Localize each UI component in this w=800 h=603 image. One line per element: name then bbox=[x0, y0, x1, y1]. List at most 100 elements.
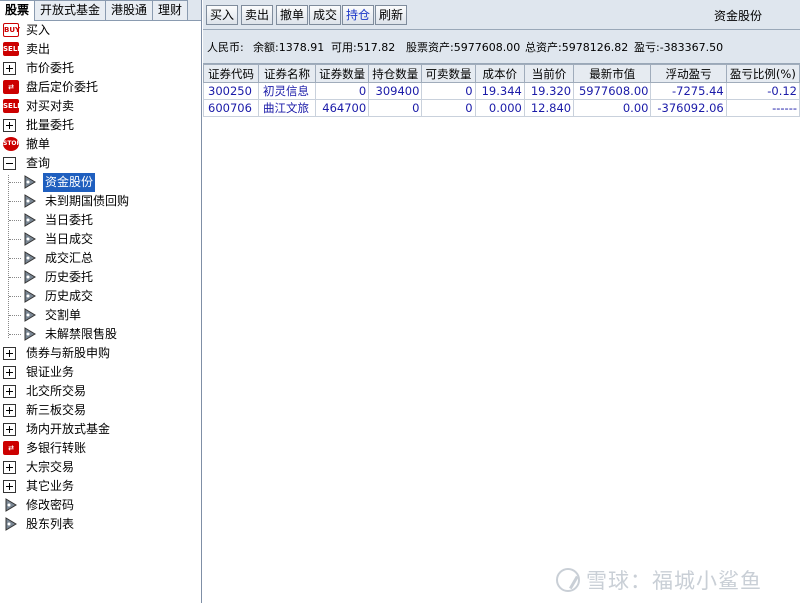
expand-icon[interactable] bbox=[3, 366, 16, 379]
cell-floating-pnl: -376092.06 bbox=[650, 99, 727, 117]
positions-grid: 证券代码 证券名称 证券数量 持仓数量 可卖数量 成本价 当前价 最新市值 浮动… bbox=[203, 64, 800, 603]
col-floating-pnl[interactable]: 浮动盈亏 bbox=[650, 64, 727, 83]
stock-assets-value: 股票资产:5977608.00 bbox=[406, 41, 521, 54]
tree-item-multi-bank[interactable]: ⇄ 多银行转账 bbox=[0, 439, 201, 458]
expand-icon[interactable] bbox=[3, 423, 16, 436]
bookmark-icon bbox=[24, 175, 36, 189]
tab-hk-connect[interactable]: 港股通 bbox=[105, 0, 154, 20]
col-cost[interactable]: 成本价 bbox=[474, 64, 525, 83]
tree-item-query[interactable]: 查询 bbox=[0, 154, 201, 173]
cell-cost: 0.000 bbox=[474, 99, 525, 117]
sell-icon: SELL bbox=[3, 99, 22, 113]
tree-item-buy[interactable]: BUY 买入 bbox=[0, 21, 201, 40]
cell-sellable: 0 bbox=[421, 82, 476, 100]
col-pnl-ratio[interactable]: 盈亏比例(%) bbox=[725, 64, 800, 83]
positions-table: 证券代码 证券名称 证券数量 持仓数量 可卖数量 成本价 当前价 最新市值 浮动… bbox=[203, 64, 800, 117]
tree-item-shareholder-list[interactable]: 股东列表 bbox=[0, 515, 201, 534]
tree-item-delivery[interactable]: 交割单 bbox=[0, 306, 201, 325]
tree-item-restricted[interactable]: 未解禁限售股 bbox=[0, 325, 201, 344]
tree-item-today-deals[interactable]: 当日成交 bbox=[0, 230, 201, 249]
expand-icon[interactable] bbox=[3, 461, 16, 474]
snowball-logo-icon bbox=[556, 568, 580, 592]
tree-item-history-orders[interactable]: 历史委托 bbox=[0, 268, 201, 287]
collapse-icon[interactable] bbox=[3, 157, 16, 170]
tree-item-exchange-fund[interactable]: 场内开放式基金 bbox=[0, 420, 201, 439]
tree-item-block-trade[interactable]: 大宗交易 bbox=[0, 458, 201, 477]
col-holding[interactable]: 持仓数量 bbox=[368, 64, 423, 83]
swap-icon: ⇄ bbox=[3, 441, 19, 455]
swap-icon: ⇄ bbox=[3, 80, 19, 94]
tree-item-cancel[interactable]: STOP 撤单 bbox=[0, 135, 201, 154]
buy-button[interactable]: 买入 bbox=[206, 5, 239, 25]
col-name[interactable]: 证券名称 bbox=[257, 64, 316, 83]
pnl-value: 盈亏:-383367.50 bbox=[634, 41, 724, 54]
cell-code: 300250 bbox=[203, 82, 259, 100]
cell-name: 曲江文旅 bbox=[257, 99, 316, 117]
bookmark-icon bbox=[24, 194, 36, 208]
cell-name: 初灵信息 bbox=[257, 82, 316, 100]
tree-item-deal-summary[interactable]: 成交汇总 bbox=[0, 249, 201, 268]
tree-item-history-deals[interactable]: 历史成交 bbox=[0, 287, 201, 306]
col-price[interactable]: 当前价 bbox=[523, 64, 575, 83]
bookmark-icon bbox=[5, 498, 17, 512]
table-row[interactable]: 300250 初灵信息 0 309400 0 19.344 19.320 597… bbox=[203, 82, 800, 100]
tree-item-repo[interactable]: 未到期国债回购 bbox=[0, 192, 201, 211]
col-code[interactable]: 证券代码 bbox=[203, 64, 259, 83]
tree-item-after-hours[interactable]: ⇄ 盘后定价委托 bbox=[0, 78, 201, 97]
tree-item-batch-order[interactable]: 批量委托 bbox=[0, 116, 201, 135]
buy-icon: BUY bbox=[3, 23, 20, 37]
stop-icon: STOP bbox=[3, 137, 21, 151]
tree-item-today-orders[interactable]: 当日委托 bbox=[0, 211, 201, 230]
bookmark-icon bbox=[24, 213, 36, 227]
market-tabs: 股票 开放式基金 港股通 理财 bbox=[0, 0, 201, 21]
tree-item-bonds-ipo[interactable]: 债券与新股申购 bbox=[0, 344, 201, 363]
expand-icon[interactable] bbox=[3, 62, 16, 75]
cell-quantity: 464700 bbox=[314, 99, 370, 117]
tab-stocks[interactable]: 股票 bbox=[0, 0, 36, 21]
tree-item-market-order[interactable]: 市价委托 bbox=[0, 59, 201, 78]
tree-item-other[interactable]: 其它业务 bbox=[0, 477, 201, 496]
tree-item-pair-trade[interactable]: SELL 对买对卖 bbox=[0, 97, 201, 116]
balance-value: 余额:1378.91 bbox=[253, 41, 325, 54]
main-panel: 买入 卖出 撤单 成交 持仓 刷新 资金股份 人民币: 余额:1378.91 可… bbox=[203, 0, 800, 603]
col-market-value[interactable]: 最新市值 bbox=[573, 64, 652, 83]
account-summary: 人民币: 余额:1378.91 可用:517.82 股票资产:5977608.0… bbox=[203, 30, 800, 64]
tree-item-change-password[interactable]: 修改密码 bbox=[0, 496, 201, 515]
bookmark-icon bbox=[24, 270, 36, 284]
tab-wealth[interactable]: 理财 bbox=[152, 0, 189, 20]
tree-item-bank-securities[interactable]: 银证业务 bbox=[0, 363, 201, 382]
cell-holding: 309400 bbox=[368, 82, 423, 100]
cell-holding: 0 bbox=[368, 99, 423, 117]
col-sellable[interactable]: 可卖数量 bbox=[421, 64, 476, 83]
bookmark-icon bbox=[24, 289, 36, 303]
tree-item-neeq[interactable]: 新三板交易 bbox=[0, 401, 201, 420]
col-quantity[interactable]: 证券数量 bbox=[314, 64, 370, 83]
bookmark-icon bbox=[24, 251, 36, 265]
cell-price: 19.320 bbox=[523, 82, 575, 100]
expand-icon[interactable] bbox=[3, 119, 16, 132]
sell-icon: SELL bbox=[3, 42, 22, 56]
tree-item-funds-shares[interactable]: 资金股份 bbox=[0, 173, 201, 192]
available-value: 可用:517.82 bbox=[331, 41, 396, 54]
tab-open-fund[interactable]: 开放式基金 bbox=[34, 0, 107, 20]
cell-code: 600706 bbox=[203, 99, 259, 117]
cell-sellable: 0 bbox=[421, 99, 476, 117]
expand-icon[interactable] bbox=[3, 347, 16, 360]
bookmark-icon bbox=[24, 308, 36, 322]
sell-button[interactable]: 卖出 bbox=[241, 5, 274, 25]
tree-item-sell[interactable]: SELL 卖出 bbox=[0, 40, 201, 59]
tree-item-bse[interactable]: 北交所交易 bbox=[0, 382, 201, 401]
cell-quantity: 0 bbox=[314, 82, 370, 100]
total-assets-value: 总资产:5978126.82 bbox=[525, 41, 629, 54]
deals-button[interactable]: 成交 bbox=[309, 5, 342, 25]
table-row[interactable]: 600706 曲江文旅 464700 0 0 0.000 12.840 0.00… bbox=[203, 99, 800, 117]
expand-icon[interactable] bbox=[3, 404, 16, 417]
table-header: 证券代码 证券名称 证券数量 持仓数量 可卖数量 成本价 当前价 最新市值 浮动… bbox=[203, 64, 800, 83]
left-nav-panel: 股票 开放式基金 港股通 理财 BUY 买入 SELL 卖出 市价委托 ⇄ 盘后… bbox=[0, 0, 202, 603]
bookmark-icon bbox=[24, 232, 36, 246]
refresh-button[interactable]: 刷新 bbox=[375, 5, 408, 25]
positions-button[interactable]: 持仓 bbox=[342, 5, 375, 25]
expand-icon[interactable] bbox=[3, 385, 16, 398]
expand-icon[interactable] bbox=[3, 480, 16, 493]
cancel-button[interactable]: 撤单 bbox=[276, 5, 309, 25]
